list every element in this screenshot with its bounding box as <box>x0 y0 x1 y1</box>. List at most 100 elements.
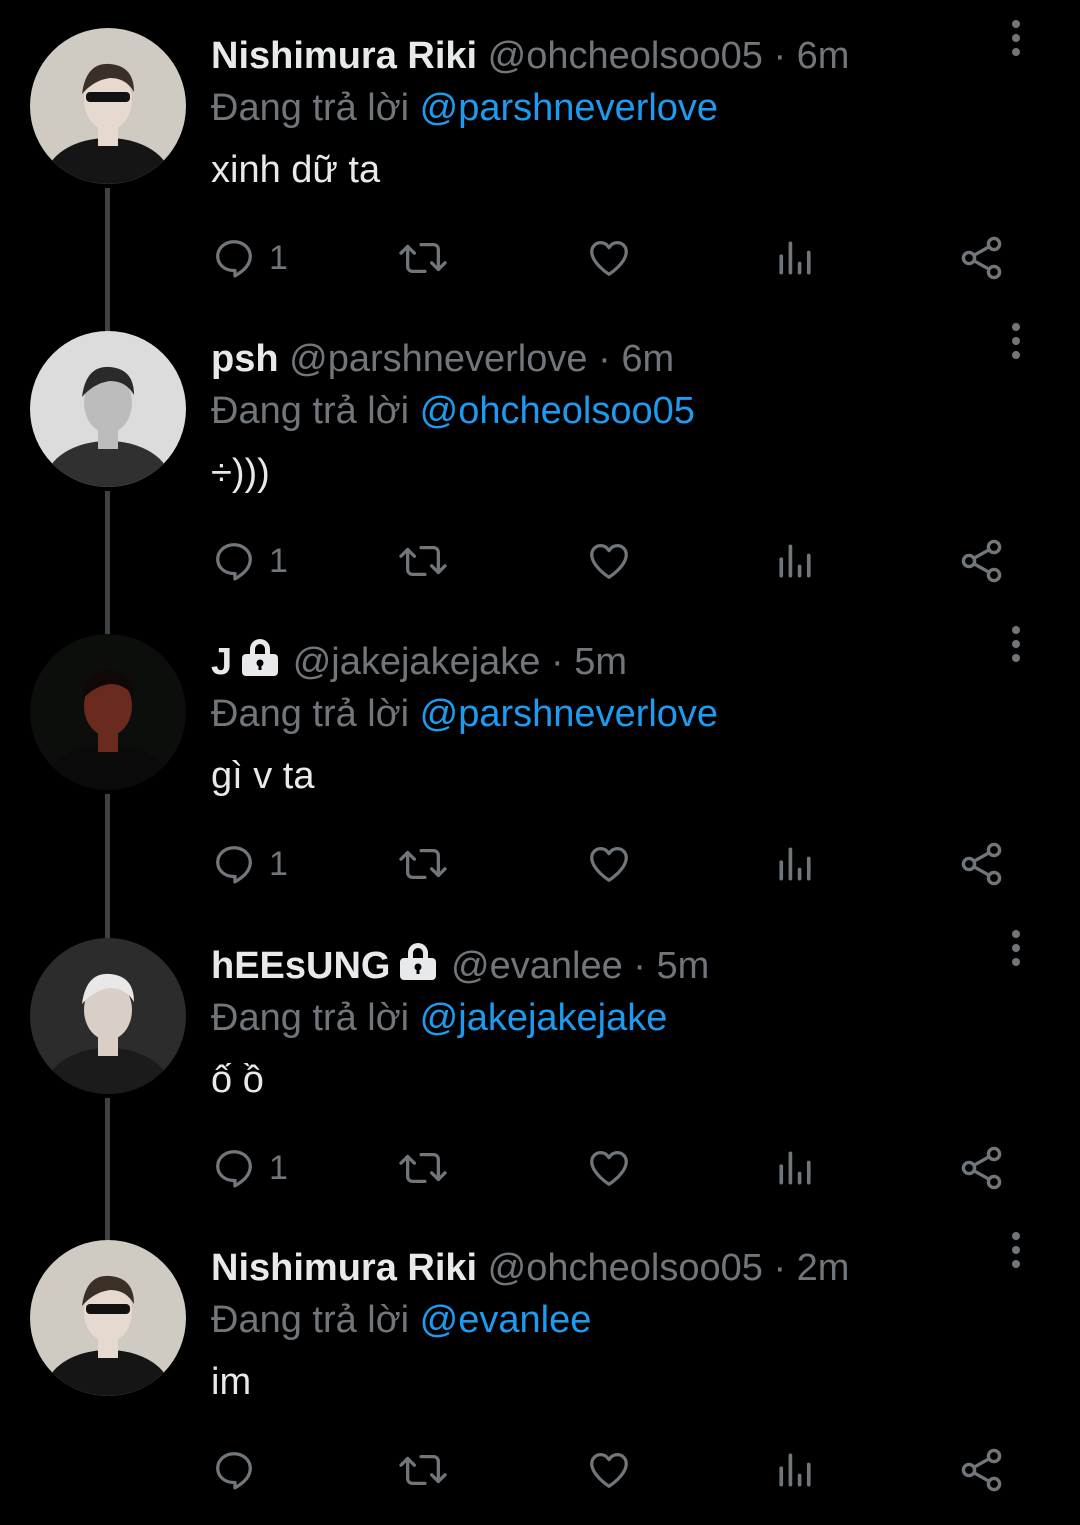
replying-to: Đang trả lời @jakejakejake <box>211 992 1080 1044</box>
mention-link[interactable]: @parshneverlove <box>420 87 718 129</box>
share-button[interactable] <box>958 839 1006 889</box>
avatar[interactable] <box>30 634 186 790</box>
views-button[interactable] <box>773 1143 817 1193</box>
separator-dot: · <box>773 35 787 77</box>
action-bar: 1 <box>0 516 1080 606</box>
like-button[interactable] <box>585 839 633 889</box>
display-name[interactable]: psh <box>211 338 279 380</box>
reply-count: 1 <box>269 844 288 883</box>
user-handle[interactable]: @jakejakejake <box>293 641 541 683</box>
user-handle[interactable]: @ohcheolsoo05 <box>488 1247 763 1289</box>
user-handle[interactable]: @evanlee <box>451 945 623 987</box>
user-handle[interactable]: @ohcheolsoo05 <box>488 35 763 77</box>
more-icon[interactable] <box>1004 624 1028 664</box>
more-icon[interactable] <box>1004 321 1028 361</box>
avatar[interactable] <box>30 1240 186 1396</box>
avatar[interactable] <box>30 938 186 1094</box>
reply-button[interactable]: 1 <box>211 536 288 586</box>
retweet-button[interactable] <box>397 233 449 283</box>
views-button[interactable] <box>773 839 817 889</box>
reply-count: 1 <box>269 1148 288 1187</box>
replying-to: Đang trả lời @evanlee <box>211 1294 1080 1346</box>
tweet-text: ố ồ <box>211 1059 264 1101</box>
more-icon[interactable] <box>1004 18 1028 58</box>
tweet[interactable]: hEEsUNG @evanlee · 5m Đang trả lời @jakej… <box>0 920 1080 1243</box>
timestamp[interactable]: 5m <box>574 641 627 683</box>
retweet-icon <box>397 1447 449 1493</box>
tweet-header: psh @parshneverlove · 6m <box>211 333 1080 385</box>
user-handle[interactable]: @parshneverlove <box>289 338 587 380</box>
action-bar: 1 <box>0 819 1080 909</box>
tweet[interactable]: J @jakejakejake · 5m Đang trả lời @parshn… <box>0 616 1080 939</box>
share-icon <box>958 1446 1006 1494</box>
share-button[interactable] <box>958 1143 1006 1193</box>
retweet-button[interactable] <box>397 839 449 889</box>
tweet[interactable]: Nishimura Riki @ohcheolsoo05 · 2m Đang tr… <box>0 1222 1080 1525</box>
retweet-icon <box>397 1145 449 1191</box>
retweet-button[interactable] <box>397 536 449 586</box>
share-button[interactable] <box>958 1445 1006 1495</box>
tweet-thread: Nishimura Riki @ohcheolsoo05 · 6m Đang tr… <box>0 0 1080 1510</box>
reply-count: 1 <box>269 238 288 277</box>
timestamp[interactable]: 2m <box>797 1247 850 1289</box>
display-name[interactable]: J <box>211 641 232 683</box>
views-icon <box>773 1145 817 1191</box>
reply-button[interactable] <box>211 1445 269 1495</box>
share-button[interactable] <box>958 233 1006 283</box>
like-button[interactable] <box>585 1143 633 1193</box>
reply-icon <box>211 841 257 887</box>
tweet-text: im <box>211 1361 252 1403</box>
retweet-icon <box>397 538 449 584</box>
reply-icon <box>211 1145 257 1191</box>
action-bar <box>0 1425 1080 1515</box>
display-name[interactable]: Nishimura Riki <box>211 1247 477 1289</box>
avatar[interactable] <box>30 28 186 184</box>
like-button[interactable] <box>585 536 633 586</box>
like-icon <box>585 1145 633 1191</box>
avatar[interactable] <box>30 331 186 487</box>
timestamp[interactable]: 6m <box>621 338 674 380</box>
replying-to-label: Đang trả lời <box>211 390 410 432</box>
reply-button[interactable]: 1 <box>211 233 288 283</box>
reply-button[interactable]: 1 <box>211 839 288 889</box>
tweet[interactable]: psh @parshneverlove · 6m Đang trả lời @oh… <box>0 313 1080 636</box>
like-button[interactable] <box>585 233 633 283</box>
retweet-icon <box>397 841 449 887</box>
mention-link[interactable]: @parshneverlove <box>420 693 718 735</box>
retweet-icon <box>397 235 449 281</box>
timestamp[interactable]: 6m <box>797 35 850 77</box>
tweet[interactable]: Nishimura Riki @ohcheolsoo05 · 6m Đang tr… <box>0 10 1080 333</box>
tweet-header: J @jakejakejake · 5m <box>211 636 1080 688</box>
separator-dot: · <box>598 338 611 380</box>
separator-dot: · <box>773 1247 787 1289</box>
display-name[interactable]: hEEsUNG <box>211 945 390 987</box>
share-icon <box>958 537 1006 585</box>
action-bar: 1 <box>0 1123 1080 1213</box>
retweet-button[interactable] <box>397 1143 449 1193</box>
separator-dot: · <box>633 945 646 987</box>
reply-icon <box>211 235 257 281</box>
timestamp[interactable]: 5m <box>657 945 710 987</box>
share-button[interactable] <box>958 536 1006 586</box>
more-icon[interactable] <box>1004 1230 1028 1270</box>
tweet-content: J @jakejakejake · 5m Đang trả lời @parshn… <box>211 636 1080 802</box>
mention-link[interactable]: @jakejakejake <box>420 997 668 1039</box>
views-button[interactable] <box>773 233 817 283</box>
tweet-header: hEEsUNG @evanlee · 5m <box>211 940 1080 992</box>
views-button[interactable] <box>773 1445 817 1495</box>
like-icon <box>585 1447 633 1493</box>
share-icon <box>958 234 1006 282</box>
more-icon[interactable] <box>1004 928 1028 968</box>
retweet-button[interactable] <box>397 1445 449 1495</box>
like-icon <box>585 235 633 281</box>
replying-to-label: Đang trả lời <box>211 997 410 1039</box>
display-name[interactable]: Nishimura Riki <box>211 35 477 77</box>
mention-link[interactable]: @evanlee <box>420 1299 592 1341</box>
replying-to: Đang trả lời @parshneverlove <box>211 82 1080 134</box>
like-button[interactable] <box>585 1445 633 1495</box>
mention-link[interactable]: @ohcheolsoo05 <box>420 390 695 432</box>
reply-button[interactable]: 1 <box>211 1143 288 1193</box>
lock-icon <box>396 942 440 996</box>
views-button[interactable] <box>773 536 817 586</box>
share-icon <box>958 840 1006 888</box>
